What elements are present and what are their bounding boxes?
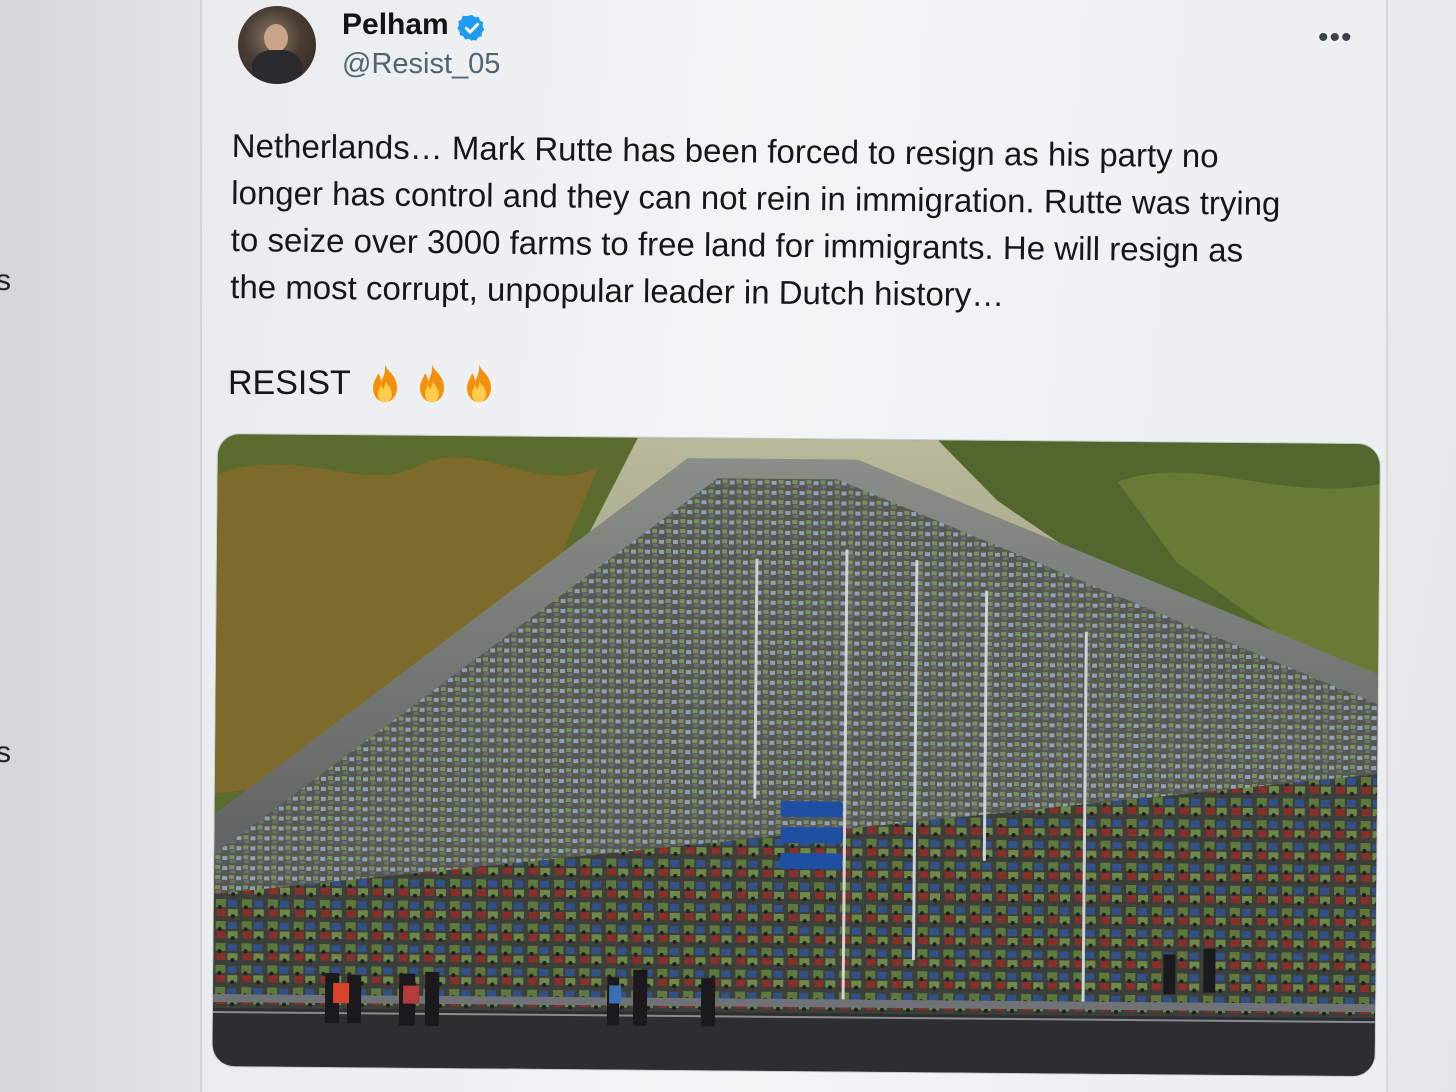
left-sidebar: s s [0,0,200,1092]
fire-emoji-icon [419,364,444,402]
avatar[interactable] [238,6,316,84]
fire-emoji-icon [466,364,491,402]
tweet-closing-line: RESIST [228,362,499,404]
tractor-protest-photo [212,434,1380,1077]
closing-word: RESIST [228,363,351,402]
sidebar-text-fragment[interactable]: s [0,736,11,770]
author-display-name[interactable]: Pelham [342,8,449,42]
author-handle[interactable]: @Resist_05 [342,48,500,81]
verified-badge-icon [457,14,485,42]
more-options-icon[interactable]: ••• [1318,23,1352,53]
fire-emoji-icon [372,364,397,402]
sidebar-text-fragment[interactable]: s [0,264,11,298]
screen: s s Pelham @Resist_05 ••• Netherlands… M… [0,0,1456,1092]
tweet-text: Netherlands… Mark Rutte has been forced … [230,122,1362,322]
tweet-photo[interactable] [212,434,1380,1077]
